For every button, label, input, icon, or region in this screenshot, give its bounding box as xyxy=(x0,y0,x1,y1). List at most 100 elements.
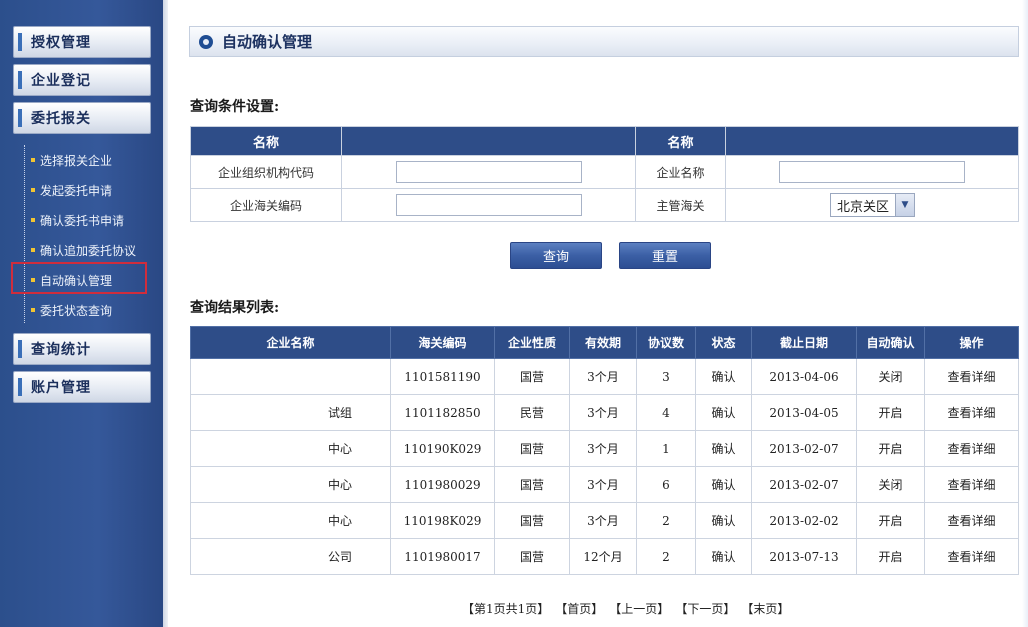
deadline-cell: 2013-04-05 xyxy=(751,394,857,431)
validity-cell: 3个月 xyxy=(569,394,637,431)
column-header-action[interactable]: 操作 xyxy=(924,326,1019,359)
company-name-label: 企业名称 xyxy=(635,155,726,189)
results-header-row: 企业名称 海关编码 企业性质 有效期 协议数 状态 截止日期 自动确认 操作 xyxy=(190,326,1019,359)
sidebar-item-confirm-additional-agreement[interactable]: 确认追加委托协议 xyxy=(31,239,136,261)
customs-code-cell xyxy=(341,188,636,222)
view-details-link[interactable]: 查看详细 xyxy=(924,430,1019,467)
active-item-highlight xyxy=(11,262,147,294)
sidebar-item-select-broker[interactable]: 选择报关企业 xyxy=(31,149,112,171)
bullet-icon xyxy=(31,158,35,162)
menu-marker-icon xyxy=(18,71,22,89)
table-row: 中心 1101980029 国营 3个月 6 确认 2013-02-07 关闭 … xyxy=(190,466,1019,503)
validity-cell: 3个月 xyxy=(569,430,637,467)
status-cell: 确认 xyxy=(695,394,752,431)
search-button[interactable]: 查询 xyxy=(510,242,602,269)
customs-code-input[interactable] xyxy=(395,194,582,216)
agreement-count-cell: 2 xyxy=(636,538,696,575)
query-section-title: 查询条件设置: xyxy=(190,99,280,115)
reset-button[interactable]: 重置 xyxy=(619,242,711,269)
menu-group-enterprise-registration[interactable]: 企业登记 xyxy=(13,64,151,96)
deadline-cell: 2013-02-02 xyxy=(751,502,857,539)
menu-group-entrusted-declaration[interactable]: 委托报关 xyxy=(13,102,151,134)
status-cell: 确认 xyxy=(695,430,752,467)
company-name-input[interactable] xyxy=(779,161,965,183)
next-page-link[interactable]: 【下一页】 xyxy=(675,600,735,617)
nature-cell: 国营 xyxy=(494,466,570,503)
sidebar-item-confirm-request[interactable]: 确认委托书申请 xyxy=(31,209,124,231)
page-header: 自动确认管理 xyxy=(189,26,1019,57)
column-header-validity[interactable]: 有效期 xyxy=(569,326,637,359)
table-row: 中心 110198K029 国营 3个月 2 确认 2013-02-02 开启 … xyxy=(190,502,1019,539)
deadline-cell: 2013-04-06 xyxy=(751,358,857,395)
sidebar-item-status-query[interactable]: 委托状态查询 xyxy=(31,299,112,321)
sidebar-divider xyxy=(163,0,168,627)
column-header-empty xyxy=(725,126,1019,156)
company-name-cell: 中心 xyxy=(190,502,391,539)
menu-group-label: 企业登记 xyxy=(31,73,91,89)
column-header-customs-code[interactable]: 海关编码 xyxy=(390,326,495,359)
column-header-status[interactable]: 状态 xyxy=(695,326,752,359)
column-header-name: 名称 xyxy=(190,126,342,156)
menu-group-label: 授权管理 xyxy=(31,35,91,51)
nature-cell: 民营 xyxy=(494,394,570,431)
pagination: 【第1页共1页】 【首页】 【上一页】 【下一页】 【末页】 xyxy=(462,600,789,617)
sidebar-item-label: 选择报关企业 xyxy=(40,153,113,168)
auto-confirm-cell: 开启 xyxy=(856,430,925,467)
table-row: 公司 1101980017 国营 12个月 2 确认 2013-07-13 开启… xyxy=(190,538,1019,575)
first-page-link[interactable]: 【首页】 xyxy=(555,600,603,617)
org-code-input[interactable] xyxy=(395,161,582,183)
customs-office-select[interactable]: 北京关区 ▼ xyxy=(830,193,916,217)
auto-confirm-cell: 开启 xyxy=(856,502,925,539)
bullet-icon xyxy=(31,308,35,312)
column-header-deadline[interactable]: 截止日期 xyxy=(751,326,857,359)
company-name-cell xyxy=(190,358,391,395)
customs-office-label: 主管海关 xyxy=(635,188,726,222)
sidebar-item-label: 委托状态查询 xyxy=(40,303,113,318)
view-details-link[interactable]: 查看详细 xyxy=(924,538,1019,575)
customs-code-cell: 1101980017 xyxy=(390,538,495,575)
menu-marker-icon xyxy=(18,109,22,127)
auto-confirm-cell: 关闭 xyxy=(856,466,925,503)
menu-group-authorization[interactable]: 授权管理 xyxy=(13,26,151,58)
validity-cell: 3个月 xyxy=(569,466,637,503)
column-header-auto-confirm[interactable]: 自动确认 xyxy=(856,326,925,359)
view-details-link[interactable]: 查看详细 xyxy=(924,502,1019,539)
menu-marker-icon xyxy=(18,340,22,358)
results-section-title: 查询结果列表: xyxy=(190,300,280,316)
view-details-link[interactable]: 查看详细 xyxy=(924,394,1019,431)
agreement-count-cell: 1 xyxy=(636,430,696,467)
column-header-agreement-count[interactable]: 协议数 xyxy=(636,326,696,359)
column-header-nature[interactable]: 企业性质 xyxy=(494,326,570,359)
agreement-count-cell: 2 xyxy=(636,502,696,539)
company-name-cell: 试组 xyxy=(190,394,391,431)
prev-page-link[interactable]: 【上一页】 xyxy=(609,600,669,617)
auto-confirm-cell: 开启 xyxy=(856,394,925,431)
customs-office-cell: 北京关区 ▼ xyxy=(725,188,1019,222)
deadline-cell: 2013-02-07 xyxy=(751,430,857,467)
customs-code-cell: 1101182850 xyxy=(390,394,495,431)
bullet-icon xyxy=(31,248,35,252)
column-header-company-name[interactable]: 企业名称 xyxy=(190,326,391,359)
customs-code-label: 企业海关编码 xyxy=(190,188,342,222)
table-row: 中心 110190K029 国营 3个月 1 确认 2013-02-07 开启 … xyxy=(190,430,1019,467)
sidebar-item-label: 确认委托书申请 xyxy=(40,213,125,228)
status-cell: 确认 xyxy=(695,538,752,575)
customs-code-cell: 110190K029 xyxy=(390,430,495,467)
view-details-link[interactable]: 查看详细 xyxy=(924,466,1019,503)
view-details-link[interactable]: 查看详细 xyxy=(924,358,1019,395)
menu-group-account-management[interactable]: 账户管理 xyxy=(13,371,151,403)
deadline-cell: 2013-02-07 xyxy=(751,466,857,503)
status-cell: 确认 xyxy=(695,358,752,395)
customs-code-cell: 1101581190 xyxy=(390,358,495,395)
org-code-label: 企业组织机构代码 xyxy=(190,155,342,189)
menu-marker-icon xyxy=(18,33,22,51)
last-page-link[interactable]: 【末页】 xyxy=(741,600,789,617)
sidebar-item-initiate-request[interactable]: 发起委托申请 xyxy=(31,179,112,201)
customs-office-selected-value: 北京关区 xyxy=(837,199,890,215)
status-cell: 确认 xyxy=(695,502,752,539)
menu-group-label: 账户管理 xyxy=(31,380,91,396)
chevron-down-icon[interactable]: ▼ xyxy=(895,194,915,216)
circle-bullet-icon xyxy=(199,34,213,49)
menu-group-query-statistics[interactable]: 查询统计 xyxy=(13,333,151,365)
nature-cell: 国营 xyxy=(494,502,570,539)
